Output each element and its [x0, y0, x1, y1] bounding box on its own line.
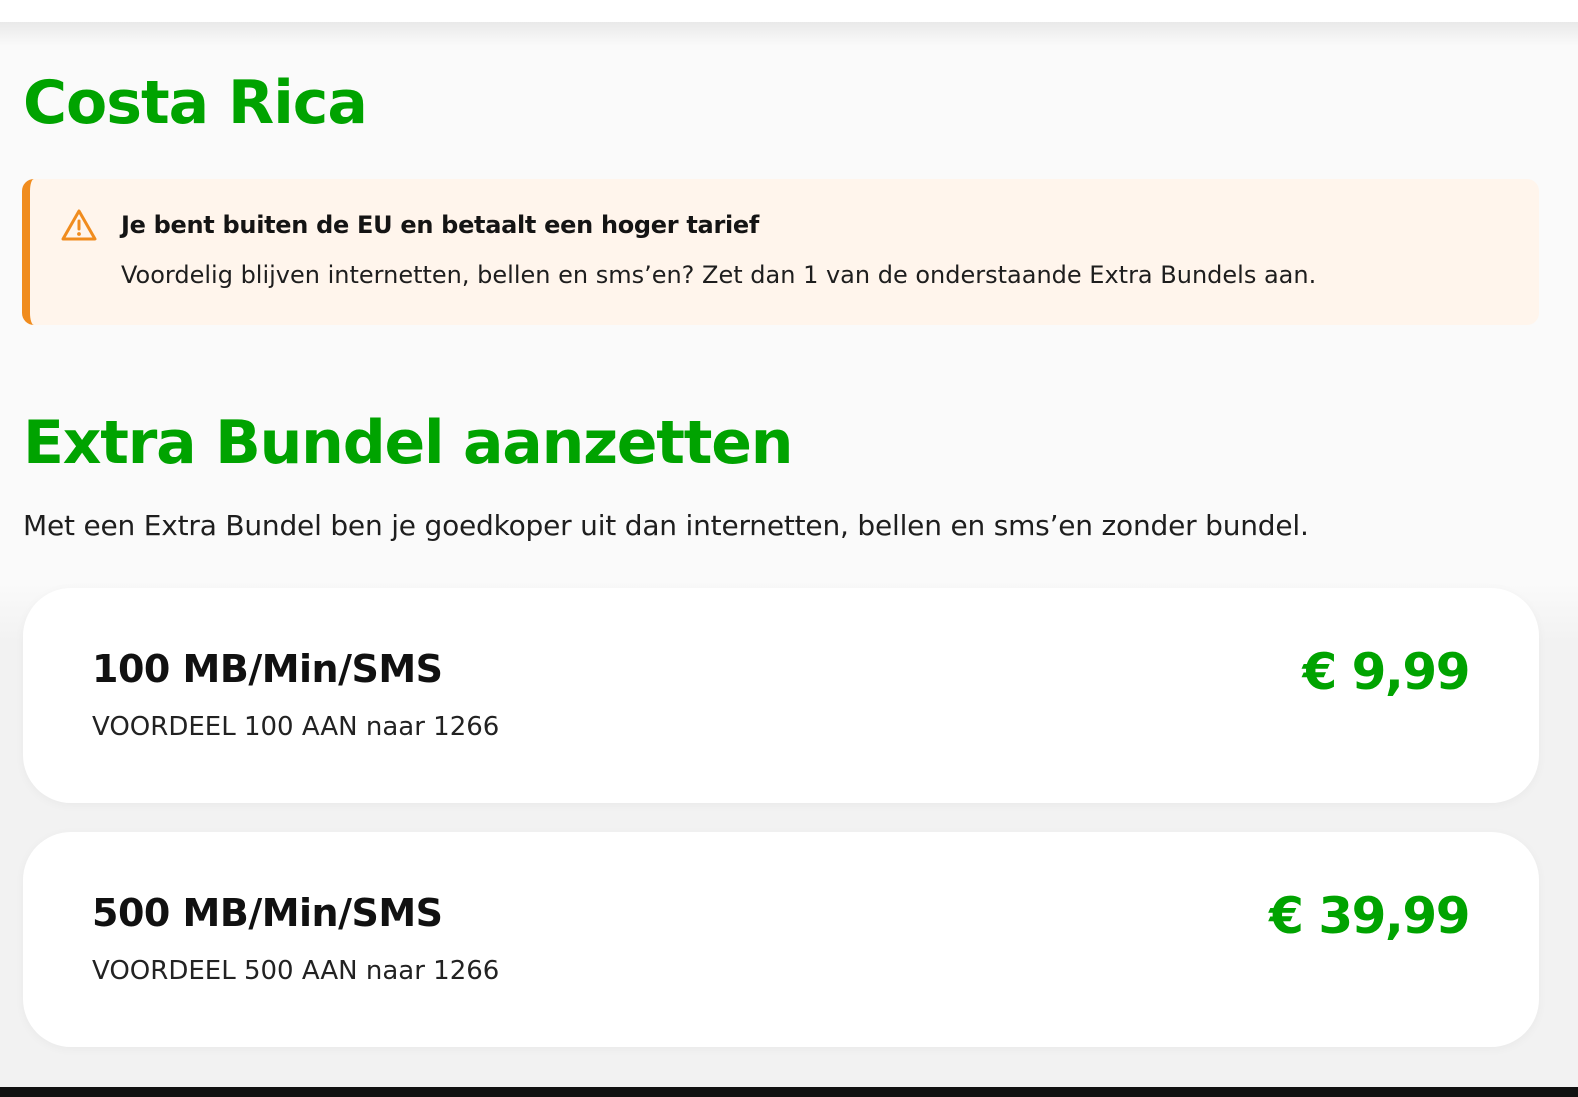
bundle-name: 500 MB/Min/SMS [92, 891, 443, 935]
section-title: Extra Bundel aanzetten [23, 408, 793, 478]
notice-text: Voordelig blijven internetten, bellen en… [121, 261, 1317, 289]
roaming-page: Costa Rica Je bent buiten de EU en betaa… [0, 22, 1578, 1087]
notice-title: Je bent buiten de EU en betaalt een hoge… [121, 211, 760, 239]
top-bar [0, 0, 1578, 22]
warning-icon [60, 208, 98, 242]
bundle-price: € 9,99 [1302, 643, 1470, 701]
bundle-sms-code: VOORDEEL 500 AAN naar 1266 [92, 956, 500, 986]
bundle-card-100[interactable]: 100 MB/Min/SMS VOORDEEL 100 AAN naar 126… [23, 588, 1539, 803]
page-title: Costa Rica [23, 68, 368, 138]
bundle-name: 100 MB/Min/SMS [92, 647, 443, 691]
bundle-sms-code: VOORDEEL 100 AAN naar 1266 [92, 712, 500, 742]
bottom-bar [0, 1087, 1578, 1097]
section-description: Met een Extra Bundel ben je goedkoper ui… [23, 509, 1309, 542]
roaming-warning-notice: Je bent buiten de EU en betaalt een hoge… [22, 179, 1539, 325]
bundle-price: € 39,99 [1269, 887, 1470, 945]
bundle-card-500[interactable]: 500 MB/Min/SMS VOORDEEL 500 AAN naar 126… [23, 832, 1539, 1047]
